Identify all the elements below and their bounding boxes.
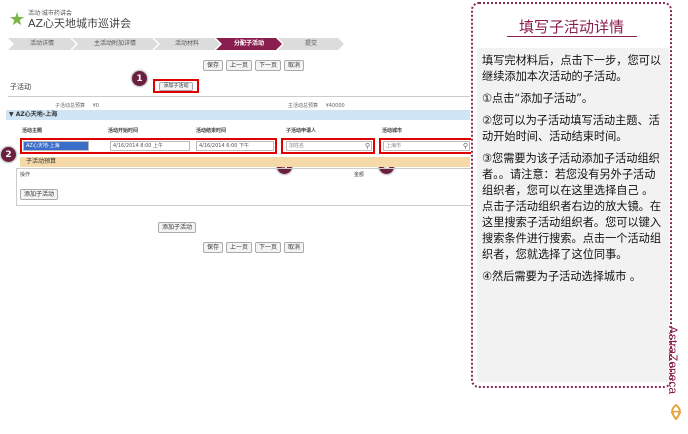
astrazeneca-logo-icon <box>670 404 682 420</box>
instruction-step-4: ④然后需要为子活动选择城市 。 <box>482 270 642 283</box>
panel-title-underline <box>507 36 637 37</box>
magnifier-icon[interactable]: ⚲ <box>463 142 468 150</box>
city-input[interactable]: 上海市 ⚲ <box>383 141 470 151</box>
instruction-panel: 填写子活动详情 填写完材料后，点击下一步，您可以继续添加本次活动的子活动。 ①点… <box>471 2 672 388</box>
col-header-start: 活动开始时间 <box>108 128 139 134</box>
brand-area: AstraZeneca <box>660 326 686 406</box>
city-placeholder: 上海市 <box>386 143 402 149</box>
app-subtitle: 活动·城市药讲会 <box>28 10 72 17</box>
divider <box>8 96 470 97</box>
step-badge-1: 1 <box>131 70 148 87</box>
add-subactivity-button[interactable]: 添加子活动 <box>159 81 193 91</box>
activity-name-input[interactable]: AZ心天地-上海 <box>23 141 89 151</box>
step-assign-subactivity[interactable]: 分配子活动 <box>216 38 282 50</box>
sub-budget-label: 子活动总预算 ¥0 <box>55 102 99 109</box>
section-title: 子活动 <box>10 83 31 91</box>
col-header-city: 活动城市 <box>382 128 403 134</box>
cancel-button[interactable]: 取消 <box>284 60 305 71</box>
step-badge-2: 2 <box>0 146 17 163</box>
app-title: AZ心天地城市巡讲会 <box>28 17 132 30</box>
bottom-add-subactivity-button[interactable]: 添加子活动 <box>158 222 197 233</box>
col-header-name: 活动主题 <box>22 128 43 134</box>
activity-group-band[interactable]: ▼ AZ心天地-上海 <box>6 110 470 120</box>
prev-button-bottom[interactable]: 上一页 <box>226 242 253 253</box>
cancel-button-bottom[interactable]: 取消 <box>284 242 305 253</box>
app-logo: 活动·城市药讲会 AZ心天地城市巡讲会 <box>10 10 131 30</box>
instruction-intro: 填写完材料后，点击下一步，您可以继续添加本次活动的子活动。 <box>482 54 662 83</box>
brand-name: AstraZeneca <box>666 326 680 395</box>
organizer-input[interactable]: 加姓名 ⚲ <box>286 141 372 151</box>
step-materials[interactable]: 活动材料 <box>154 38 220 50</box>
panel-title: 填写子活动详情 <box>518 18 624 36</box>
col-header-organizer: 子活动申请人 <box>286 128 317 134</box>
bottom-toolbar: 保存 上一页 下一页 取消 <box>203 242 305 253</box>
top-toolbar: 保存 上一页 下一页 取消 <box>203 60 305 71</box>
sub-budget-label-text: 子活动总预算 <box>55 103 86 109</box>
main-budget-label-text: 主活动总预算 <box>288 103 319 109</box>
step-main-activity-extra[interactable]: 主活动附加详情 <box>72 38 158 50</box>
app-screenshot: 活动·城市药讲会 AZ心天地城市巡讲会 活动详情 主活动附加详情 活动材料 分配… <box>0 0 478 434</box>
start-time-input[interactable]: 4/16/2014 8:00 上午 <box>110 141 190 151</box>
save-button-bottom[interactable]: 保存 <box>203 242 224 253</box>
step-activity-details[interactable]: 活动详情 <box>8 38 76 50</box>
instruction-step-1: ①点击“添加子活动”。 <box>482 92 594 105</box>
magnifier-icon[interactable]: ⚲ <box>365 142 370 150</box>
wizard-steps: 活动详情 主活动附加详情 活动材料 分配子活动 提交 <box>8 38 448 50</box>
save-button[interactable]: 保存 <box>203 60 224 71</box>
col-header-end: 活动结束时间 <box>196 128 227 134</box>
add-subactivity-highlight: 添加子活动 <box>153 79 199 93</box>
main-budget-value: ¥40000 <box>325 103 345 109</box>
sub-budget-title: 子活动预算 <box>20 157 470 167</box>
sub-budget-col-amount: 金额 <box>354 172 365 178</box>
sub-budget-columns: 操作 金额 <box>20 171 470 178</box>
star-logo-icon <box>10 12 24 26</box>
step-submit[interactable]: 提交 <box>278 38 344 50</box>
organizer-placeholder: 加姓名 <box>289 143 305 149</box>
main-budget-label: 主活动总预算 ¥40000 <box>288 102 345 109</box>
instruction-step-2: ②您可以为子活动填写活动主题、活动开始时间、活动结束时间。 <box>482 114 660 143</box>
panel-body: 填写完材料后，点击下一步，您可以继续添加本次活动的子活动。 ①点击“添加子活动”… <box>477 48 669 382</box>
next-button-bottom[interactable]: 下一页 <box>255 242 282 253</box>
sub-budget-col-action: 操作 <box>20 172 31 178</box>
end-time-input[interactable]: 4/16/2014 6:00 下午 <box>196 141 274 151</box>
sub-budget-value: ¥0 <box>92 103 99 109</box>
instruction-step-3: ③您需要为该子活动添加子活动组织者。。请注意：若您没有另外子活动组织者，您可以在… <box>482 152 662 261</box>
sub-budget-add-button[interactable]: 添加子活动 <box>20 189 59 200</box>
prev-button[interactable]: 上一页 <box>226 60 253 71</box>
next-button[interactable]: 下一页 <box>255 60 282 71</box>
